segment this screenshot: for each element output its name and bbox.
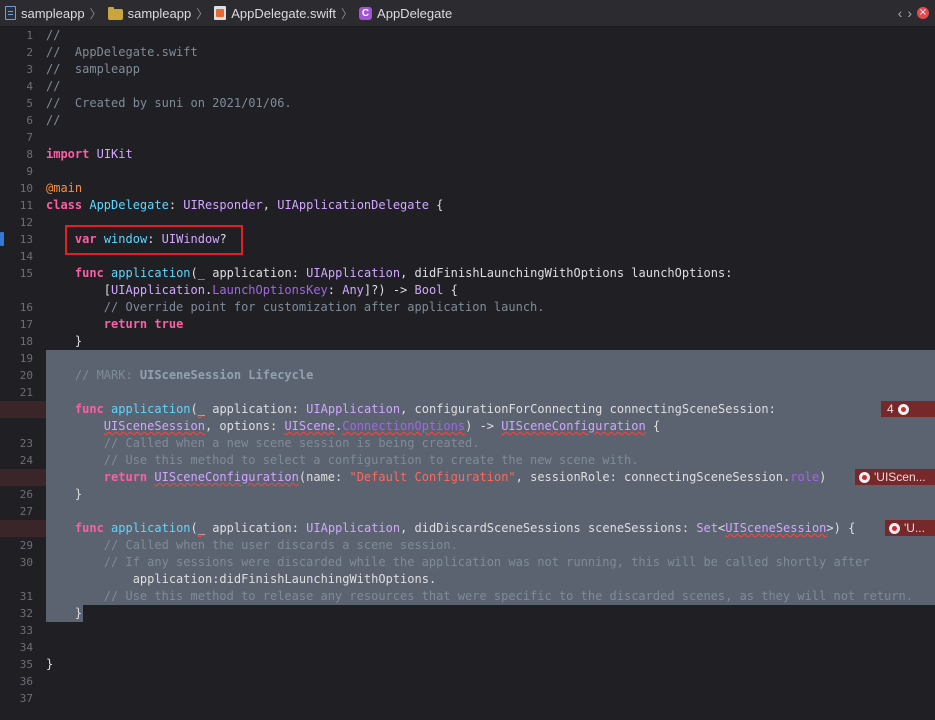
code-line[interactable]: // bbox=[46, 78, 60, 95]
code-line[interactable]: // bbox=[46, 112, 60, 129]
line-number-gutter[interactable]: 1 2 3 4 5 6 7 8 9 10 11 12 13 14 15 16 1… bbox=[0, 27, 38, 720]
code-line[interactable]: @main bbox=[46, 180, 82, 197]
line-number: 33 bbox=[19, 624, 33, 637]
code-line[interactable]: } bbox=[46, 486, 82, 503]
line-number: 11 bbox=[19, 199, 33, 212]
breadcrumb-file-label: AppDelegate.swift bbox=[231, 5, 337, 21]
chevron-right-icon: 〉 bbox=[341, 6, 354, 21]
error-annotation[interactable]: 4 bbox=[881, 401, 935, 417]
line-number: 19 bbox=[19, 352, 33, 365]
code-line[interactable]: func application(_ application: UIApplic… bbox=[46, 265, 733, 282]
line-number: 4 bbox=[26, 80, 33, 93]
line-number: 23 bbox=[19, 437, 33, 450]
code-editor[interactable]: // // AppDelegate.swift // sampleapp // … bbox=[0, 0, 935, 720]
line-number: 3 bbox=[26, 63, 33, 76]
error-icon bbox=[897, 403, 909, 415]
code-line[interactable]: } bbox=[46, 656, 53, 673]
jump-bar: sampleapp 〉 sampleapp 〉 AppDelegate.swif… bbox=[0, 0, 935, 27]
line-number: 17 bbox=[19, 318, 33, 331]
line-number: 16 bbox=[19, 301, 33, 314]
chevron-right-icon: 〉 bbox=[196, 6, 209, 21]
code-line[interactable]: func application(_ application: UIApplic… bbox=[46, 520, 855, 537]
error-count: 4 bbox=[887, 402, 894, 416]
line-number: 28 bbox=[19, 522, 33, 535]
line-number: 31 bbox=[19, 590, 33, 603]
line-number: 15 bbox=[19, 267, 33, 280]
line-number: 30 bbox=[19, 556, 33, 569]
line-number: 8 bbox=[26, 148, 33, 161]
line-number: 6 bbox=[26, 114, 33, 127]
code-line[interactable]: // Use this method to release any resour… bbox=[46, 588, 913, 605]
class-c-icon: C bbox=[359, 6, 373, 20]
line-number: 5 bbox=[26, 97, 33, 110]
code-line[interactable]: application:didFinishLaunchingWithOption… bbox=[46, 571, 436, 588]
code-line[interactable]: // bbox=[46, 27, 60, 44]
error-message: 'UIScen... bbox=[874, 470, 926, 484]
code-line[interactable]: var window: UIWindow? bbox=[46, 231, 227, 248]
folder-icon bbox=[107, 6, 123, 20]
line-number: 12 bbox=[19, 216, 33, 229]
error-annotation[interactable]: 'U... bbox=[885, 520, 935, 536]
error-badge-icon[interactable]: × bbox=[917, 7, 929, 19]
code-line[interactable]: class AppDelegate: UIResponder, UIApplic… bbox=[46, 197, 443, 214]
line-number: 26 bbox=[19, 488, 33, 501]
code-line[interactable]: // sampleapp bbox=[46, 61, 140, 78]
line-number: 7 bbox=[26, 131, 33, 144]
code-line[interactable]: // Called when the user discards a scene… bbox=[46, 537, 458, 554]
code-line[interactable]: // Called when a new scene session is be… bbox=[46, 435, 480, 452]
line-number: 25 bbox=[19, 471, 33, 484]
code-line[interactable]: return UISceneConfiguration(name: "Defau… bbox=[46, 469, 827, 486]
line-number: 9 bbox=[26, 165, 33, 178]
line-number: 36 bbox=[19, 675, 33, 688]
line-number: 18 bbox=[19, 335, 33, 348]
code-line[interactable]: } bbox=[46, 333, 82, 350]
error-annotation[interactable]: 'UIScen... bbox=[855, 469, 935, 485]
project-file-icon bbox=[5, 6, 16, 20]
breadcrumb-folder-label: sampleapp bbox=[127, 5, 192, 21]
back-button[interactable]: ‹ bbox=[898, 5, 903, 21]
breadcrumb-project-label: sampleapp bbox=[21, 5, 85, 21]
code-line[interactable]: // Created by suni on 2021/01/06. bbox=[46, 95, 292, 112]
code-line[interactable]: return true bbox=[46, 316, 184, 333]
code-line[interactable]: // AppDelegate.swift bbox=[46, 44, 198, 61]
forward-button[interactable]: › bbox=[907, 5, 912, 21]
breadcrumb-folder[interactable]: sampleapp bbox=[107, 5, 192, 21]
code-line[interactable]: } bbox=[46, 605, 82, 622]
line-number: 1 bbox=[26, 29, 33, 42]
line-number: 29 bbox=[19, 539, 33, 552]
breadcrumb-symbol[interactable]: C AppDelegate bbox=[359, 6, 452, 21]
line-number: 27 bbox=[19, 505, 33, 518]
line-number: 22 bbox=[19, 403, 33, 416]
breadcrumb-file[interactable]: AppDelegate.swift bbox=[214, 6, 336, 21]
line-number: 20 bbox=[19, 369, 33, 382]
line-number: 14 bbox=[19, 250, 33, 263]
code-line[interactable]: UISceneSession, options: UIScene.Connect… bbox=[46, 418, 660, 435]
error-message: 'U... bbox=[904, 521, 925, 535]
chevron-right-icon: 〉 bbox=[89, 6, 102, 21]
line-number: 2 bbox=[26, 46, 33, 59]
breadcrumb-symbol-label: AppDelegate bbox=[377, 5, 453, 21]
jump-bar-controls: ‹ › × bbox=[898, 0, 929, 26]
line-number: 13 bbox=[19, 233, 33, 246]
line-number: 10 bbox=[19, 182, 33, 195]
line-number: 34 bbox=[19, 641, 33, 654]
breadcrumb: sampleapp 〉 sampleapp 〉 AppDelegate.swif… bbox=[0, 0, 452, 26]
error-icon bbox=[859, 471, 870, 483]
line-number: 32 bbox=[19, 607, 33, 620]
code-line[interactable]: // MARK: UISceneSession Lifecycle bbox=[46, 367, 313, 384]
line-number: 24 bbox=[19, 454, 33, 467]
swift-file-icon bbox=[214, 6, 227, 20]
code-line[interactable]: // Use this method to select a configura… bbox=[46, 452, 639, 469]
code-line[interactable]: // If any sessions were discarded while … bbox=[46, 554, 870, 571]
line-number: 37 bbox=[19, 692, 33, 705]
code-line[interactable]: import UIKit bbox=[46, 146, 133, 163]
breadcrumb-project[interactable]: sampleapp bbox=[5, 6, 85, 21]
code-line[interactable]: // Override point for customization afte… bbox=[46, 299, 545, 316]
error-icon bbox=[889, 522, 900, 534]
code-line[interactable]: func application(_ application: UIApplic… bbox=[46, 401, 776, 418]
line-number: 21 bbox=[19, 386, 33, 399]
code-line[interactable]: [UIApplication.LaunchOptionsKey: Any]?) … bbox=[46, 282, 458, 299]
line-number: 35 bbox=[19, 658, 33, 671]
